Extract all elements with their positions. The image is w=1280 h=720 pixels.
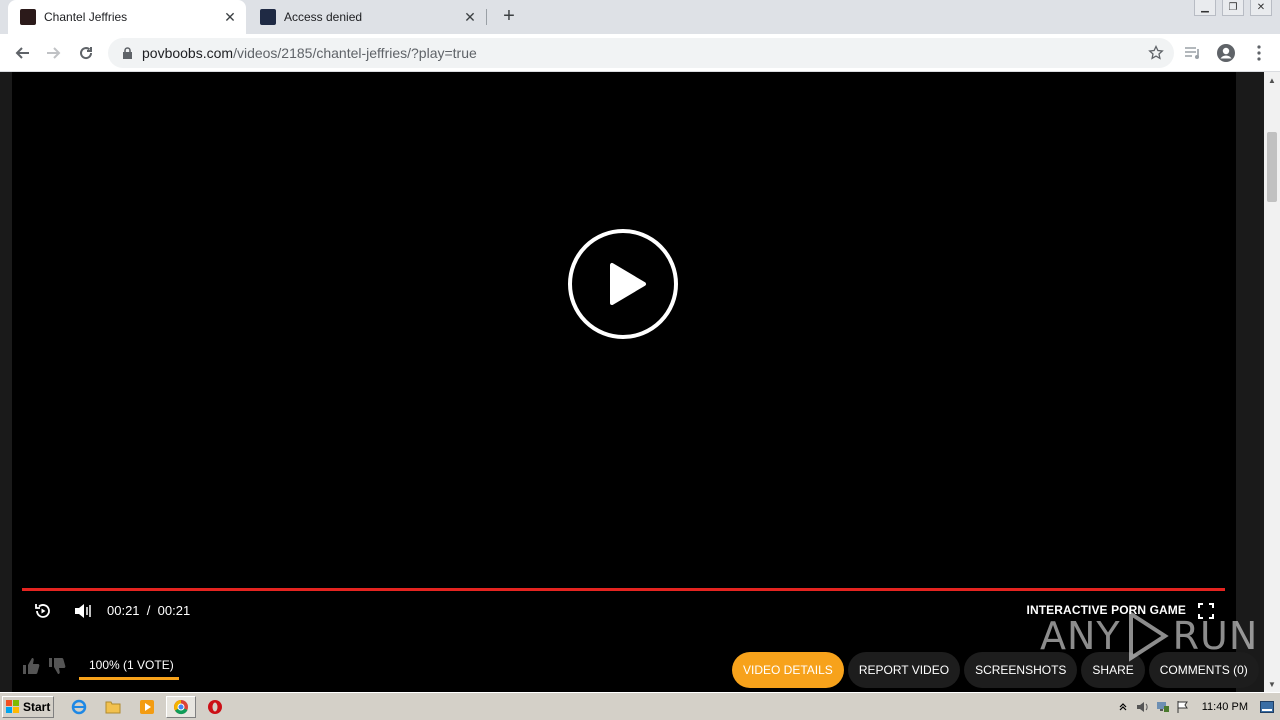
current-time: 00:21 [107, 603, 140, 618]
explorer-folder-icon[interactable] [102, 697, 124, 717]
tab-title: Access denied [284, 10, 363, 24]
tab-chantel-jeffries[interactable]: Chantel Jeffries ✕ [8, 0, 246, 34]
tray-expand-icon[interactable] [1116, 700, 1130, 714]
duration: 00:21 [157, 603, 191, 618]
page-viewport: 00:21 / 00:21 INTERACTIVE PORN GAME 100%… [0, 72, 1280, 692]
address-bar[interactable]: povboobs.com/videos/2185/chantel-jeffrie… [108, 38, 1174, 68]
chrome-icon [174, 700, 188, 715]
close-tab-icon[interactable]: ✕ [462, 9, 478, 25]
start-button[interactable]: Start [2, 696, 54, 718]
scroll-up-icon[interactable]: ▲ [1264, 72, 1280, 88]
tab-report-video[interactable]: REPORT VIDEO [847, 652, 961, 688]
back-button[interactable] [10, 41, 34, 65]
reload-icon [80, 47, 93, 60]
scroll-down-icon[interactable]: ▼ [1264, 676, 1280, 692]
ie-icon[interactable] [68, 697, 90, 717]
system-tray: 11:40 PM [1105, 695, 1280, 719]
tab-video-details[interactable]: VIDEO DETAILS [732, 652, 844, 688]
tab-divider [486, 9, 487, 25]
scroll-thumb[interactable] [1267, 132, 1277, 202]
show-desktop-icon[interactable] [1260, 700, 1274, 714]
watermark-left: ANY [1040, 614, 1121, 658]
video-player[interactable] [12, 72, 1236, 657]
speaker-icon[interactable] [1136, 700, 1150, 714]
windows-taskbar: Start 11:40 PM [0, 692, 1280, 720]
watermark-right: RUN [1172, 614, 1259, 658]
play-button[interactable] [568, 229, 678, 339]
close-tab-icon[interactable]: ✕ [222, 9, 238, 25]
time-separator: / [146, 603, 151, 618]
flag-icon[interactable] [1176, 700, 1190, 714]
browser-toolbar: povboobs.com/videos/2185/chantel-jeffrie… [0, 34, 1280, 72]
minimize-button[interactable]: ▁ [1194, 0, 1216, 16]
page-scrollbar[interactable]: ▲ ▼ [1264, 72, 1280, 692]
restore-button[interactable]: ❐ [1222, 0, 1244, 16]
back-arrow-icon [15, 47, 29, 59]
progress-bar[interactable] [22, 588, 1225, 591]
play-icon [610, 263, 646, 305]
thumbs-down-icon[interactable] [46, 655, 68, 677]
rating-thumbs [20, 655, 72, 677]
windows-logo-icon [6, 700, 19, 713]
forward-button[interactable] [42, 41, 66, 65]
forward-arrow-icon [47, 47, 61, 59]
anyrun-watermark: ANY RUN [1040, 610, 1258, 662]
vote-summary: 100% (1 VOTE) [89, 658, 174, 672]
thumbs-up-icon[interactable] [20, 655, 42, 677]
opera-icon[interactable] [204, 697, 226, 717]
clock[interactable]: 11:40 PM [1202, 701, 1248, 713]
bookmark-star-icon[interactable] [1148, 45, 1164, 61]
window-controls: ▁ ❐ ✕ [1194, 0, 1272, 16]
menu-dots-icon[interactable] [1249, 43, 1269, 63]
media-player-icon[interactable] [136, 697, 158, 717]
media-controls-icon[interactable] [1183, 43, 1203, 63]
url-text: povboobs.com/videos/2185/chantel-jeffrie… [142, 45, 477, 61]
access-denied-favicon-icon [260, 9, 276, 25]
tab-title: Chantel Jeffries [44, 10, 128, 24]
new-tab-button[interactable]: + [498, 6, 520, 27]
network-icon[interactable] [1156, 700, 1170, 714]
lock-icon [120, 46, 134, 60]
vote-bar [79, 677, 179, 680]
replay-icon[interactable] [32, 600, 54, 622]
volume-icon[interactable] [72, 600, 94, 622]
time-display: 00:21 / 00:21 [107, 603, 190, 618]
start-label: Start [23, 700, 51, 714]
watermark-play-icon [1128, 610, 1169, 662]
reload-button[interactable] [74, 41, 98, 65]
chrome-taskbar-button[interactable] [166, 696, 196, 718]
tab-access-denied[interactable]: Access denied ✕ [248, 0, 486, 34]
browser-tabstrip: Chantel Jeffries ✕ Access denied ✕ + ▁ ❐… [0, 0, 1280, 34]
profile-avatar-icon[interactable] [1216, 43, 1236, 63]
close-window-button[interactable]: ✕ [1250, 0, 1272, 16]
site-favicon-icon [20, 9, 36, 25]
